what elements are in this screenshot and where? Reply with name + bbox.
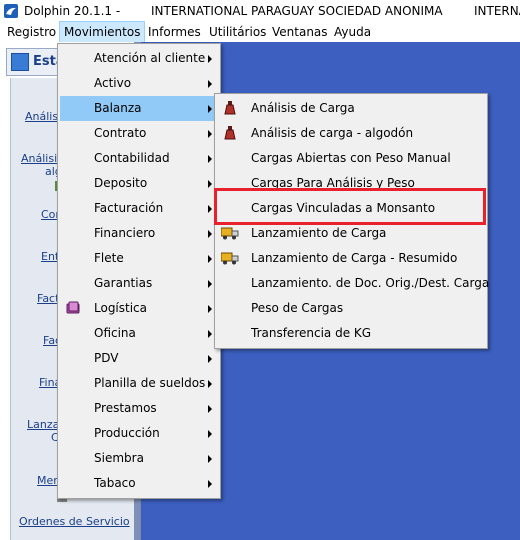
menu-ayuda[interactable]: Ayuda <box>330 22 375 42</box>
chevron-right-icon <box>208 305 212 313</box>
book-icon <box>66 301 80 314</box>
chevron-right-icon <box>208 105 212 113</box>
submenu-item-lanzamiento-de-doc-orig-dest-carga[interactable]: Lanzamiento. de Doc. Orig./Dest. Carga <box>217 271 489 296</box>
chevron-right-icon <box>208 255 212 263</box>
submenu-item-transferencia-de-kg[interactable]: Transferencia de KG <box>217 321 485 346</box>
chevron-right-icon <box>208 55 212 63</box>
chevron-right-icon <box>208 155 212 163</box>
menu-item-facturacion[interactable]: Facturación <box>60 196 218 221</box>
chevron-right-icon <box>208 180 212 188</box>
menu-movimientos[interactable]: Movimientos <box>59 21 146 43</box>
chevron-right-icon <box>208 330 212 338</box>
menu-item-logistica[interactable]: Logística <box>60 296 218 321</box>
chevron-right-icon <box>208 280 212 288</box>
menu-item-contrato[interactable]: Contrato <box>60 121 218 146</box>
menu-item-tabaco[interactable]: Tabaco <box>60 471 218 496</box>
chevron-right-icon <box>208 230 212 238</box>
chevron-right-icon <box>208 405 212 413</box>
chevron-right-icon <box>208 480 212 488</box>
menu-item-pdv[interactable]: PDV <box>60 346 218 371</box>
menu-utilitarios[interactable]: Utilitários <box>205 22 270 42</box>
company-name: INTERNATIONAL PARAGUAY SOCIEDAD ANONIMA <box>151 4 443 18</box>
flask-icon <box>224 101 236 115</box>
submenu-item-cargas-abiertas-con-peso-manual[interactable]: Cargas Abiertas con Peso Manual <box>217 146 485 171</box>
submenu-item-lanzamiento-de-carga-resumido[interactable]: Lanzamiento de Carga - Resumido <box>217 246 485 271</box>
dolphin-app-icon <box>4 4 18 18</box>
menu-informes[interactable]: Informes <box>144 22 205 42</box>
submenu-item-analisis-de-carga-algodon[interactable]: Análisis de carga - algodón <box>217 121 485 146</box>
menu-item-prestamos[interactable]: Prestamos <box>60 396 218 421</box>
annotation-highlight-box <box>214 188 486 225</box>
chevron-right-icon <box>208 355 212 363</box>
truck-icon <box>221 252 239 265</box>
menu-item-atencion-al-cliente[interactable]: Atención al cliente <box>60 46 218 71</box>
sidebar-header-icon <box>11 53 29 71</box>
chevron-right-icon <box>208 130 212 138</box>
flask-icon <box>224 126 236 140</box>
menu-registro[interactable]: Registro <box>3 22 60 42</box>
submenu-item-peso-de-cargas[interactable]: Peso de Cargas <box>217 296 485 321</box>
sidebar-item-ordenes-de-servicio[interactable]: Ordenes de Servicio <box>19 515 130 528</box>
chevron-right-icon <box>208 380 212 388</box>
company-name-truncated: INTERNA <box>474 4 520 18</box>
menu-item-oficina[interactable]: Oficina <box>60 321 218 346</box>
menu-item-garantias[interactable]: Garantias <box>60 271 218 296</box>
menu-ventanas[interactable]: Ventanas <box>268 22 332 42</box>
app-title: Dolphin 20.1.1 - <box>24 4 121 18</box>
menu-item-deposito[interactable]: Deposito <box>60 171 218 196</box>
chevron-right-icon <box>208 455 212 463</box>
menu-item-contabilidad[interactable]: Contabilidad <box>60 146 218 171</box>
chevron-right-icon <box>208 205 212 213</box>
movimientos-menu: Atención al cliente Activo Balanza Contr… <box>57 43 221 499</box>
menu-item-produccion[interactable]: Producción <box>60 421 218 446</box>
chevron-right-icon <box>208 430 212 438</box>
menu-item-siembra[interactable]: Siembra <box>60 446 218 471</box>
truck-icon <box>221 227 239 240</box>
menu-item-flete[interactable]: Flete <box>60 246 218 271</box>
chevron-right-icon <box>208 80 212 88</box>
menu-bar: Registro Movimientos Informes Utilitário… <box>0 21 520 43</box>
menu-item-planilla-de-sueldos[interactable]: Planilla de sueldos <box>60 371 218 396</box>
menu-item-balanza[interactable]: Balanza <box>60 96 218 121</box>
menu-item-financiero[interactable]: Financiero <box>60 221 218 246</box>
menu-item-activo[interactable]: Activo <box>60 71 218 96</box>
submenu-item-analisis-de-carga[interactable]: Análisis de Carga <box>217 96 485 121</box>
title-bar: Dolphin 20.1.1 - INTERNATIONAL PARAGUAY … <box>0 0 520 22</box>
